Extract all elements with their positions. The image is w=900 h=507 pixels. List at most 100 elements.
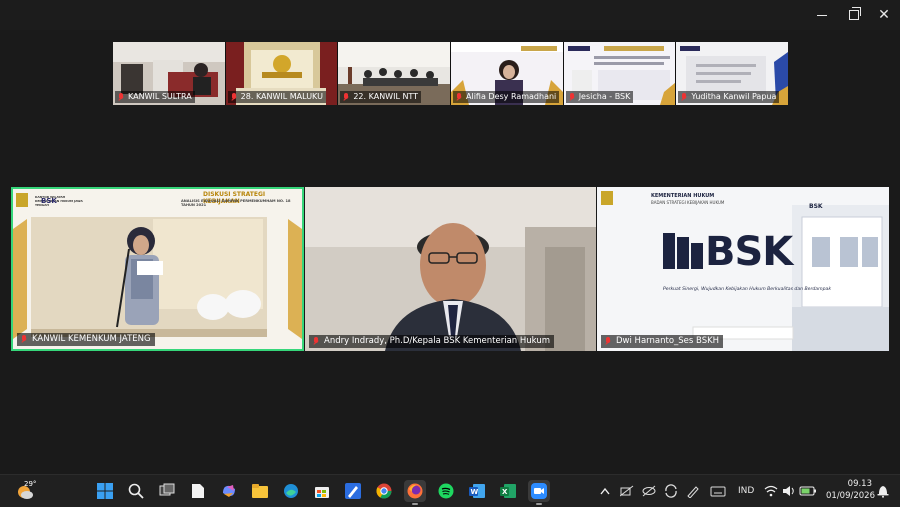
slide-logo-text: BSK — [41, 197, 57, 205]
edge-button[interactable] — [280, 480, 302, 502]
document-icon — [192, 484, 204, 498]
pen-app-button[interactable] — [342, 480, 364, 502]
weather-temp: 29° — [24, 480, 37, 488]
zoom-button[interactable] — [528, 480, 550, 505]
participant-name: Andry Indrady, Ph.D/Kepala BSK Kementeri… — [309, 335, 554, 348]
participant-thumb[interactable]: 28. KANWIL MALUKU — [225, 42, 339, 105]
notifications-button[interactable] — [874, 480, 892, 502]
firefox-button[interactable] — [404, 480, 426, 505]
participant-name: Jesicha - BSK — [565, 91, 634, 103]
copilot-button[interactable] — [218, 480, 240, 502]
maximize-icon — [849, 7, 861, 20]
svg-text:W: W — [471, 488, 479, 496]
tray-icon-4[interactable] — [684, 480, 702, 502]
edge-icon — [284, 484, 298, 498]
eye-off-icon — [642, 485, 656, 497]
zoom-icon — [531, 483, 547, 499]
word-icon: W — [469, 484, 485, 498]
task-view-icon — [159, 483, 175, 496]
mic-muted-icon — [569, 92, 576, 102]
participant-name: Yuditha Kanwil Papua — [678, 91, 780, 103]
sync-icon — [665, 484, 677, 498]
participant-name-text: Dwi Harnanto_Ses BSKH — [616, 336, 720, 346]
tray-icon-3[interactable] — [662, 480, 680, 502]
tray-overflow-button[interactable] — [596, 480, 614, 502]
clock-button[interactable]: 09.13 01/09/2026 — [826, 478, 875, 504]
language-indicator[interactable]: IND — [738, 486, 754, 496]
clock-date: 01/09/2026 — [826, 491, 875, 501]
file-explorer-button[interactable] — [249, 480, 271, 502]
mic-muted-icon — [456, 92, 463, 102]
close-button[interactable]: ✕ — [868, 0, 900, 30]
keyboard-icon — [710, 486, 726, 497]
active-indicator — [536, 503, 542, 505]
mic-muted-icon — [605, 337, 612, 346]
window-titlebar: ✕ — [0, 0, 900, 30]
word-button[interactable]: W — [466, 480, 488, 502]
mic-muted-icon — [21, 335, 28, 344]
bsk-brand-text: BSK — [705, 229, 793, 275]
mic-muted-icon — [681, 92, 688, 102]
minimize-button[interactable] — [806, 0, 838, 30]
participant-name: Dwi Harnanto_Ses BSKH — [601, 335, 724, 348]
search-button[interactable] — [125, 480, 147, 502]
participant-name-text: Jesicha - BSK — [578, 92, 631, 101]
chrome-icon — [376, 483, 392, 499]
participant-name-text: Andry Indrady, Ph.D/Kepala BSK Kementeri… — [324, 336, 550, 346]
windows-logo-icon — [97, 483, 113, 499]
participant-thumb[interactable]: KANWIL SULTRA — [113, 42, 226, 105]
excel-icon: X — [500, 484, 516, 498]
mic-muted-icon — [313, 337, 320, 346]
store-button[interactable] — [311, 480, 333, 502]
battery-button[interactable] — [798, 480, 818, 502]
participant-name-text: KANWIL SULTRA — [128, 92, 192, 101]
maximize-button[interactable] — [838, 0, 870, 30]
pen-icon — [687, 486, 699, 498]
participant-thumb[interactable]: Alifia Desy Ramadhani — [451, 42, 564, 105]
sketch-icon — [345, 483, 361, 499]
close-icon: ✕ — [878, 7, 890, 23]
wifi-button[interactable] — [762, 480, 780, 502]
participant-name: Alifia Desy Ramadhani — [453, 91, 560, 103]
chrome-button[interactable] — [373, 480, 395, 502]
volume-icon — [783, 486, 794, 496]
tray-icon-2[interactable] — [640, 480, 658, 502]
spotify-button[interactable] — [435, 480, 457, 502]
participant-thumb[interactable]: Yuditha Kanwil Papua — [676, 42, 789, 105]
firefox-icon — [407, 483, 423, 499]
building-logo-text: BSK — [809, 203, 823, 210]
participant-strip: KANWIL SULTRA 28. KANWIL MALUKU 22. KANW… — [113, 42, 789, 105]
mic-muted-icon — [118, 92, 125, 102]
active-indicator — [412, 503, 418, 505]
shared-slide-video — [13, 189, 302, 349]
file-app-button[interactable] — [187, 480, 209, 502]
participant-tile[interactable]: Andry Indrady, Ph.D/Kepala BSK Kementeri… — [305, 187, 596, 351]
participant-name: 28. KANWIL MALUKU — [227, 91, 326, 103]
participant-thumb[interactable]: 22. KANWIL NTT — [338, 42, 452, 105]
store-icon — [315, 487, 329, 498]
participant-name-text: KANWIL KEMENKUM JATENG — [32, 334, 151, 344]
participant-name: KANWIL SULTRA — [115, 91, 195, 103]
participant-video — [305, 187, 596, 351]
participant-name: KANWIL KEMENKUM JATENG — [17, 333, 155, 346]
start-button[interactable] — [94, 480, 116, 502]
participant-tile[interactable]: KEMENTERIAN HUKUM BADAN STRATEGI KEBIJAK… — [597, 187, 889, 351]
volume-button[interactable] — [780, 480, 798, 502]
participant-name: 22. KANWIL NTT — [340, 91, 422, 103]
slide-org-line1: KEMENTERIAN HUKUM — [651, 193, 715, 199]
participant-tile-active-speaker[interactable]: KANTOR WILAYAH KEMENTERIAN HUKUM JAWA TE… — [11, 187, 304, 351]
participant-name-text: Yuditha Kanwil Papua — [691, 92, 777, 101]
participant-thumb[interactable]: Jesicha - BSK — [563, 42, 677, 105]
keyboard-button[interactable] — [708, 480, 728, 502]
wifi-icon — [764, 485, 778, 497]
weather-widget[interactable]: 29° — [10, 480, 40, 502]
windows-taskbar: 29° W X IND 09.13 01/09/2026 — [0, 474, 900, 507]
folder-icon — [252, 484, 268, 498]
copilot-icon — [223, 485, 235, 497]
slide-subtitle-text: ANALISIS EVALUASI DAMPAK PERMENKUMHAM NO… — [181, 199, 291, 207]
tray-icon-1[interactable] — [618, 480, 636, 502]
task-view-button[interactable] — [156, 480, 178, 502]
chevron-up-icon — [600, 487, 610, 495]
excel-button[interactable]: X — [497, 480, 519, 502]
mic-muted-icon — [231, 92, 238, 102]
